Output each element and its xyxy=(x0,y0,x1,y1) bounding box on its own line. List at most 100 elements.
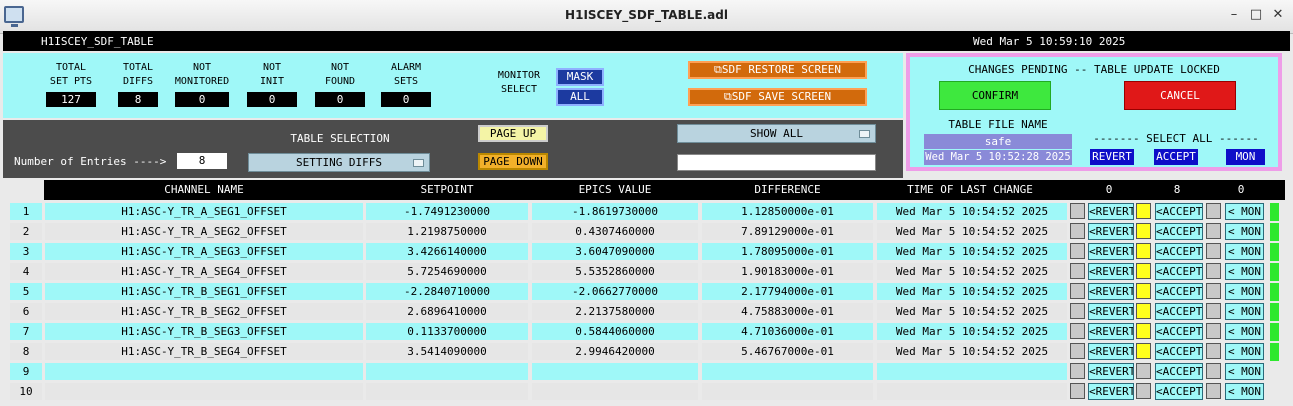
row-number: 4 xyxy=(10,263,42,280)
channel-name-cell: H1:ASC-Y_TR_B_SEG2_OFFSET xyxy=(45,303,363,320)
accept-checkbox[interactable] xyxy=(1136,383,1151,399)
row-revert-button[interactable]: <REVERT xyxy=(1088,323,1134,340)
revert-checkbox[interactable] xyxy=(1070,383,1085,399)
accept-checkbox[interactable] xyxy=(1136,283,1151,299)
accept-checkbox[interactable] xyxy=(1136,343,1151,359)
accept-checkbox[interactable] xyxy=(1136,263,1151,279)
screen-name: H1ISCEY_SDF_TABLE xyxy=(41,35,154,48)
difference-cell: 1.12850000e-01 xyxy=(702,203,873,220)
row-mon-button[interactable]: < MON xyxy=(1225,363,1264,380)
row-mon-button[interactable]: < MON xyxy=(1225,383,1264,400)
select-all-mon-button[interactable]: MON xyxy=(1226,149,1265,165)
row-number: 3 xyxy=(10,243,42,260)
row-accept-button[interactable]: <ACCEPT xyxy=(1155,383,1203,400)
revert-checkbox[interactable] xyxy=(1070,203,1085,219)
setpoint-cell: 5.7254690000 xyxy=(366,263,528,280)
pending-title: CHANGES PENDING -- TABLE UPDATE LOCKED xyxy=(968,63,1220,76)
status-indicator xyxy=(1270,243,1279,261)
channel-name-cell xyxy=(45,383,363,400)
accept-checkbox[interactable] xyxy=(1136,223,1151,239)
accept-checkbox[interactable] xyxy=(1136,303,1151,319)
accept-checkbox[interactable] xyxy=(1136,243,1151,259)
accept-checkbox[interactable] xyxy=(1136,363,1151,379)
row-accept-button[interactable]: <ACCEPT xyxy=(1155,263,1203,280)
mon-checkbox[interactable] xyxy=(1206,263,1221,279)
row-revert-button[interactable]: <REVERT xyxy=(1088,303,1134,320)
revert-checkbox[interactable] xyxy=(1070,363,1085,379)
accept-checkbox[interactable] xyxy=(1136,203,1151,219)
cancel-button[interactable]: CANCEL xyxy=(1124,81,1236,110)
row-accept-button[interactable]: <ACCEPT xyxy=(1155,303,1203,320)
mon-checkbox[interactable] xyxy=(1206,323,1221,339)
window-title: H1ISCEY_SDF_TABLE.adl xyxy=(565,8,728,22)
all-button[interactable]: ALL xyxy=(556,88,604,106)
select-all-accept-button[interactable]: ACCEPT xyxy=(1154,149,1198,165)
revert-checkbox[interactable] xyxy=(1070,263,1085,279)
row-revert-button[interactable]: <REVERT xyxy=(1088,223,1134,240)
revert-checkbox[interactable] xyxy=(1070,343,1085,359)
mon-checkbox[interactable] xyxy=(1206,223,1221,239)
mon-checkbox[interactable] xyxy=(1206,203,1221,219)
row-mon-button[interactable]: < MON xyxy=(1225,203,1264,220)
maximize-icon[interactable]: □ xyxy=(1249,8,1263,22)
mask-button[interactable]: MASK xyxy=(556,68,604,86)
row-revert-button[interactable]: <REVERT xyxy=(1088,203,1134,220)
stat-label: TOTAL DIFFS xyxy=(122,62,154,87)
mon-checkbox[interactable] xyxy=(1206,363,1221,379)
sdf-restore-screen-button[interactable]: ⧉SDF RESTORE SCREEN xyxy=(688,61,867,79)
page-up-button[interactable]: PAGE UP xyxy=(478,125,548,142)
setpoint-cell xyxy=(366,363,528,380)
epics-value-cell xyxy=(532,363,698,380)
table-selection-menu[interactable]: SETTING DIFFS xyxy=(248,153,430,172)
sdf-save-screen-button[interactable]: ⧉SDF SAVE SCREEN xyxy=(688,88,867,106)
filter-input[interactable] xyxy=(677,154,876,171)
row-accept-button[interactable]: <ACCEPT xyxy=(1155,223,1203,240)
row-revert-button[interactable]: <REVERT xyxy=(1088,363,1134,380)
minimize-icon[interactable]: – xyxy=(1227,8,1241,22)
col-channel-name: CHANNEL NAME xyxy=(44,180,364,200)
difference-cell: 4.75883000e-01 xyxy=(702,303,873,320)
row-revert-button[interactable]: <REVERT xyxy=(1088,343,1134,360)
row-accept-button[interactable]: <ACCEPT xyxy=(1155,243,1203,260)
row-revert-button[interactable]: <REVERT xyxy=(1088,263,1134,280)
row-mon-button[interactable]: < MON xyxy=(1225,243,1264,260)
mon-checkbox[interactable] xyxy=(1206,343,1221,359)
close-icon[interactable]: ✕ xyxy=(1271,8,1285,22)
row-mon-button[interactable]: < MON xyxy=(1225,283,1264,300)
row-revert-button[interactable]: <REVERT xyxy=(1088,383,1134,400)
row-accept-button[interactable]: <ACCEPT xyxy=(1155,283,1203,300)
row-number: 2 xyxy=(10,223,42,240)
select-all-revert-button[interactable]: REVERT xyxy=(1090,149,1134,165)
row-accept-button[interactable]: <ACCEPT xyxy=(1155,203,1203,220)
revert-checkbox[interactable] xyxy=(1070,283,1085,299)
mon-checkbox[interactable] xyxy=(1206,383,1221,399)
revert-checkbox[interactable] xyxy=(1070,223,1085,239)
row-mon-button[interactable]: < MON xyxy=(1225,303,1264,320)
revert-checkbox[interactable] xyxy=(1070,303,1085,319)
stat-label: NOT MONITORED xyxy=(174,62,230,87)
row-mon-button[interactable]: < MON xyxy=(1225,343,1264,360)
channel-name-cell: H1:ASC-Y_TR_A_SEG1_OFFSET xyxy=(45,203,363,220)
row-revert-button[interactable]: <REVERT xyxy=(1088,243,1134,260)
time-cell: Wed Mar 5 10:54:52 2025 xyxy=(877,203,1067,220)
mon-checkbox[interactable] xyxy=(1206,243,1221,259)
confirm-button[interactable]: CONFIRM xyxy=(939,81,1051,110)
mon-checkbox[interactable] xyxy=(1206,283,1221,299)
row-accept-button[interactable]: <ACCEPT xyxy=(1155,323,1203,340)
channel-name-cell xyxy=(45,363,363,380)
mon-checkbox[interactable] xyxy=(1206,303,1221,319)
page-down-button[interactable]: PAGE DOWN xyxy=(478,153,548,170)
time-cell xyxy=(877,383,1067,400)
revert-checkbox[interactable] xyxy=(1070,323,1085,339)
revert-checkbox[interactable] xyxy=(1070,243,1085,259)
channel-name-cell: H1:ASC-Y_TR_B_SEG3_OFFSET xyxy=(45,323,363,340)
row-accept-button[interactable]: <ACCEPT xyxy=(1155,343,1203,360)
row-mon-button[interactable]: < MON xyxy=(1225,323,1264,340)
row-mon-button[interactable]: < MON xyxy=(1225,223,1264,240)
accept-checkbox[interactable] xyxy=(1136,323,1151,339)
difference-cell: 1.78095000e-01 xyxy=(702,243,873,260)
row-accept-button[interactable]: <ACCEPT xyxy=(1155,363,1203,380)
show-filter-menu[interactable]: SHOW ALL xyxy=(677,124,876,143)
row-mon-button[interactable]: < MON xyxy=(1225,263,1264,280)
row-revert-button[interactable]: <REVERT xyxy=(1088,283,1134,300)
